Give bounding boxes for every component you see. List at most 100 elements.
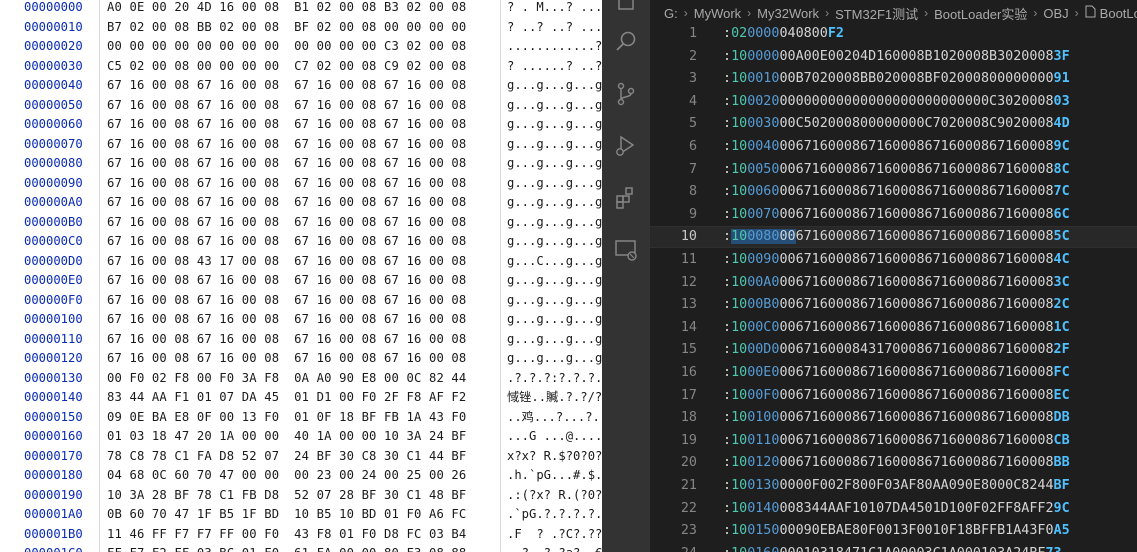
hex-record[interactable]: :100040006716000867160008671600086716000… [723, 136, 1070, 158]
line-number: 11 [680, 252, 697, 267]
hex-record[interactable]: :100060006716000867160008671600086716000… [723, 181, 1070, 203]
editor-line[interactable]: 19:1001100067160008671600086716000867160… [650, 430, 1137, 452]
hex-record[interactable]: :10001000B7020008BB020008BF0200080000000… [723, 68, 1070, 90]
record-type: 00 [779, 93, 796, 109]
editor-line[interactable]: 14 :1000C00067160008671600086716000867160… [650, 317, 1137, 339]
editor-line[interactable]: 23:10015000090EBAE80F0013F0010F18BFFB1A4… [650, 520, 1137, 542]
editor-line[interactable]: 18:1001000067160008671600086716000867160… [650, 407, 1137, 429]
breadcrumb-item[interactable]: OBJ [1043, 6, 1068, 21]
record-type: 00 [779, 116, 796, 132]
search-icon[interactable] [612, 28, 640, 56]
editor-line[interactable]: 10:1000800067160008671600086716000867160… [650, 226, 1137, 249]
line-number: 15 [680, 342, 697, 358]
hex-record[interactable]: :1000B0006716000867160008671600086716000… [723, 294, 1070, 316]
editor-line[interactable]: 3:10001000B7020008BB020008BF020008000000… [650, 68, 1137, 90]
breadcrumb-item[interactable]: MyWork [694, 6, 741, 21]
hex-record[interactable]: :10003000C502000800000000C7020008C902000… [723, 113, 1070, 135]
hex-addr: 000001A0 [24, 507, 83, 521]
hex-bytes: C5 02 00 08 00 00 00 00 C7 02 00 08 C9 0… [107, 58, 467, 73]
hex-record[interactable]: :100070006716000867160008671600086716000… [723, 204, 1070, 226]
record-length: 10 [731, 455, 748, 471]
breadcrumb-item[interactable]: BootLoader实验 [934, 4, 1027, 23]
breadcrumb-item[interactable]: G: [664, 6, 678, 21]
source-control-icon[interactable] [612, 80, 640, 108]
hex-record[interactable]: :1001300000F002F800F03AF80AA090E8000C824… [723, 475, 1070, 497]
record-data: 00F002F800F03AF80AA090E8000C8244 [795, 478, 1054, 493]
editor-line[interactable]: 6:10004000671600086716000867160008671600… [650, 136, 1137, 158]
breadcrumb-item[interactable]: BootLoa [1100, 6, 1137, 21]
extensions-icon[interactable] [612, 184, 640, 212]
hex-record[interactable]: :1000C0006716000867160008671600086716000… [723, 317, 1070, 339]
explorer-icon[interactable]: 1 [612, 0, 640, 14]
hex-record[interactable]: :10016000010318471C1A00003C1A000103A24BF… [723, 543, 1062, 552]
hex-bytes: 00 00 00 00 00 00 00 00 00 00 00 00 C3 0… [107, 39, 467, 53]
record-length: 02 [731, 26, 748, 41]
record-data: 67160008671600086716000867160008 [795, 161, 1054, 177]
hex-record[interactable]: :100120006716000867160008671600086716000… [723, 452, 1070, 474]
hex-record[interactable]: :100050006716000867160008671600086716000… [723, 159, 1070, 181]
record-start: : [723, 432, 732, 448]
hex-addr: 00000190 [24, 487, 83, 502]
hex-ascii: g...g...g...g... [507, 331, 602, 346]
breadcrumb-item[interactable]: My32Work [757, 6, 819, 21]
editor-line[interactable]: 11 :1000900067160008671600086716000867160… [650, 249, 1137, 271]
hex-record[interactable]: :1000F0006716000867160008671600086716000… [723, 385, 1070, 407]
editor-line[interactable]: 8:10006000671600086716000867160008671600… [650, 181, 1137, 203]
record-checksum: 6C [1053, 206, 1070, 222]
hex-record[interactable]: :020000040800F2 [723, 23, 844, 45]
record-checksum: 1C [1053, 319, 1070, 335]
hex-record[interactable]: :10015000090EBAE80F0013F0010F18BFFB1A43F… [723, 520, 1070, 542]
record-start: : [723, 342, 732, 358]
hex-ascii: .`pG.?.?.?.?.? [507, 507, 602, 521]
record-data: 67160008671600086716000867160008 [795, 319, 1054, 335]
record-checksum: 2F [1053, 342, 1070, 358]
record-length: 10 [731, 365, 748, 380]
hex-record[interactable]: :1000A0006716000867160008671600086716000… [723, 272, 1070, 294]
editor-line[interactable]: 7:10005000671600086716000867160008671600… [650, 159, 1137, 181]
record-start: : [723, 387, 732, 403]
editor-line[interactable]: 1:020000040800F2 [650, 23, 1137, 45]
editor-line[interactable]: 21:1001300000F002F800F03AF80AA090E8000C8… [650, 475, 1137, 497]
hex-record[interactable]: :100080006716000867160008671600086716000… [723, 227, 1070, 247]
editor-line[interactable]: 4:10002000000000000000000000000000C30200… [650, 91, 1137, 113]
editor-line[interactable]: 20:1001200067160008671600086716000867160… [650, 452, 1137, 474]
editor-line[interactable]: 24:10016000010318471C1A00003C1A000103A24… [650, 543, 1137, 552]
record-start: : [723, 206, 732, 222]
line-number: 14 [680, 319, 697, 335]
editor-line[interactable]: 9:10007000671600086716000867160008671600… [650, 204, 1137, 226]
editor-line[interactable]: 22:100140008344AAF10107DA4501D100F02FF8A… [650, 498, 1137, 520]
editor-line[interactable]: 13:1000B00067160008671600086716000867160… [650, 294, 1137, 316]
record-length: 10 [731, 432, 748, 448]
editor[interactable]: G: › MyWork › My32Work › STM32F1测试 › BootLoader实… [650, 0, 1137, 552]
hex-ascii: .F ? .?C?.??.? [507, 526, 602, 541]
hex-addr: 00000000 [24, 0, 83, 14]
hex-bytes: 11 46 FF F7 F7 FF 00 F0 43 F8 01 F0 D8 F… [107, 526, 467, 541]
record-length: 10 [731, 274, 748, 290]
editor-line[interactable]: 5:10003000C502000800000000C7020008C90200… [650, 113, 1137, 135]
editor-line[interactable]: 16:1000E00067160008671600086716000867160… [650, 362, 1137, 384]
hex-record[interactable]: :100140008344AAF10107DA4501D100F02FF8AFF… [723, 498, 1070, 520]
hex-record[interactable]: :100100006716000867160008671600086716000… [723, 407, 1070, 429]
hex-bytes: 83 44 AA F1 01 07 DA 45 01 D1 00 F0 2F F… [107, 390, 467, 404]
hex-record[interactable]: :100090006716000867160008671600086716000… [723, 249, 1070, 271]
hex-record[interactable]: :100110006716000867160008671600086716000… [723, 430, 1070, 452]
run-debug-icon[interactable] [612, 132, 640, 160]
editor-line[interactable]: 2:10000000A00E00204D160008B1020008B30200… [650, 46, 1137, 68]
record-length: 10 [731, 206, 748, 222]
hex-record[interactable]: :1000E0006716000867160008671600086716000… [723, 362, 1070, 384]
breadcrumb-item[interactable]: STM32F1测试 [835, 4, 918, 23]
hex-ascii: ..鸡...?...?..C? [507, 409, 602, 424]
editor-line[interactable]: 17:1000F00067160008671600086716000867160… [650, 385, 1137, 407]
record-checksum: 3F [1053, 48, 1070, 64]
remote-explorer-icon[interactable] [612, 236, 640, 264]
record-type: 00 [779, 184, 796, 200]
hex-record[interactable]: :10000000A00E00204D160008B1020008B302000… [723, 46, 1070, 68]
editor-line[interactable]: 12:1000A00067160008671600086716000867160… [650, 272, 1137, 294]
hex-ascii: g...g...g...g... [507, 136, 602, 151]
hex-record[interactable]: :1000D0006716000843170008671600086716000… [723, 339, 1070, 361]
hex-addr: 000000C0 [24, 234, 83, 248]
hex-record[interactable]: :10002000000000000000000000000000C302000… [723, 91, 1070, 113]
editor-line[interactable]: 15 :1000D00067160008431700086716000867160… [650, 339, 1137, 361]
record-start: : [723, 455, 732, 471]
hex-bytes: A0 0E 00 20 4D 16 00 08 B1 02 00 08 B3 0… [107, 0, 467, 14]
